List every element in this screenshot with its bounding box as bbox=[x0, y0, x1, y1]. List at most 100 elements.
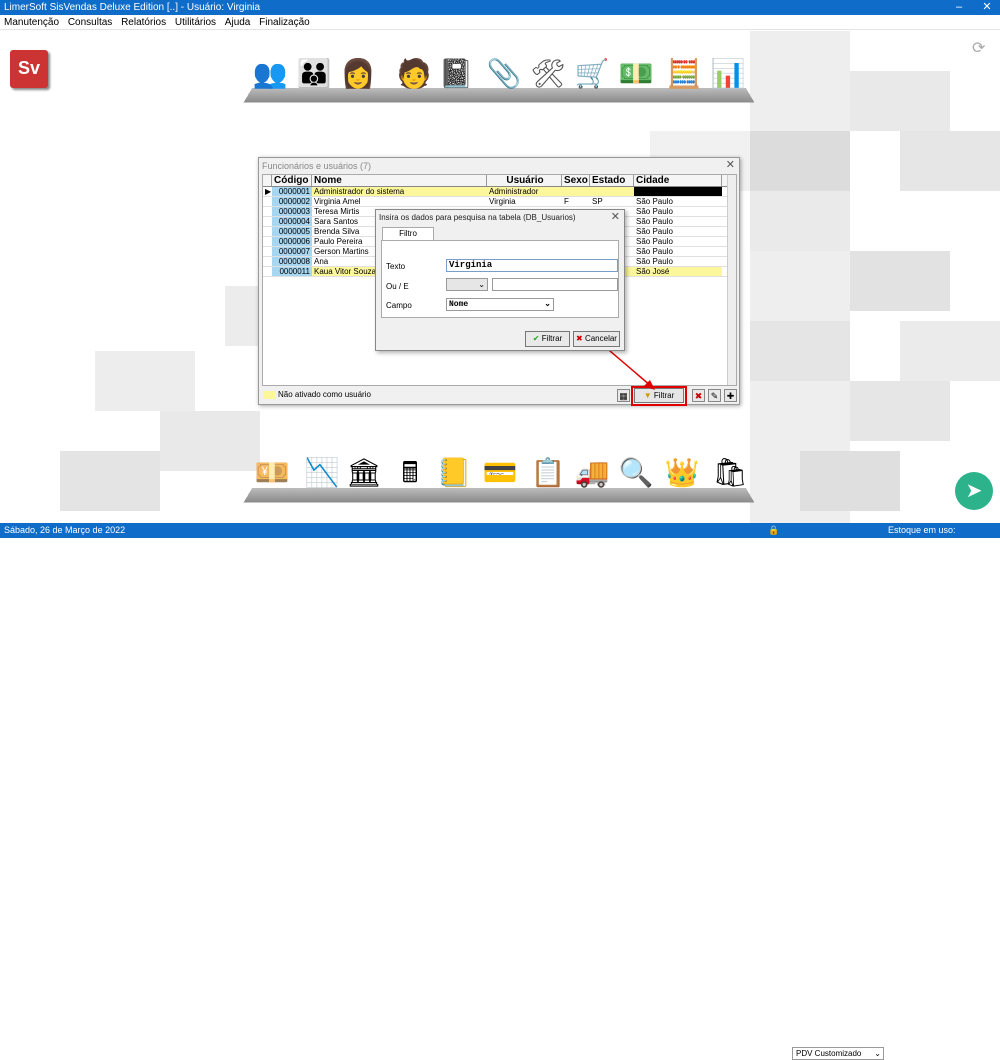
payment-icon[interactable]: 💳 bbox=[482, 455, 518, 491]
shopping-bag-icon[interactable]: 🛍 bbox=[712, 455, 748, 491]
table-cell: Administrador do sistema bbox=[312, 187, 487, 196]
table-cell: 0000007 bbox=[272, 247, 312, 256]
users-women-icon[interactable]: 👩 bbox=[340, 56, 376, 92]
table-row[interactable]: 0000002 Virginia Amel Virginia F SP São Paulo bbox=[263, 197, 736, 207]
search-dialog-title: Insira os dados para pesquisa na tabela … bbox=[379, 213, 576, 222]
row-marker bbox=[263, 217, 272, 226]
tab-filtro-avancado[interactable]: Filtro avançado bbox=[382, 227, 434, 250]
row-marker bbox=[263, 227, 272, 236]
col-nome[interactable]: Nome bbox=[312, 175, 487, 186]
delete-icon[interactable]: ✖ bbox=[692, 389, 705, 402]
table-cell: 0000008 bbox=[272, 257, 312, 266]
chevron-down-icon: ⌄ bbox=[544, 300, 551, 309]
table-cell: São Paulo bbox=[636, 227, 673, 236]
users-group-icon[interactable]: 👥 bbox=[252, 56, 288, 92]
menu-consultas[interactable]: Consultas bbox=[68, 17, 112, 28]
status-bar: Sábado, 26 de Março de 2022 🔒 PDV Custom… bbox=[0, 523, 1000, 1060]
row-marker bbox=[263, 237, 272, 246]
col-estado[interactable]: Estado bbox=[590, 175, 634, 186]
table-cell: 0000004 bbox=[272, 217, 312, 226]
send-icon[interactable]: ➤ bbox=[955, 472, 993, 510]
table-cell: São José bbox=[634, 267, 722, 276]
table-cell: Administrador bbox=[487, 187, 562, 196]
menu-utilitarios[interactable]: Utilitários bbox=[175, 17, 216, 28]
calculator-icon[interactable]: 🧮 bbox=[666, 56, 702, 92]
users-window-close-icon[interactable]: ✕ bbox=[726, 158, 735, 171]
annotation-highlight-box bbox=[631, 386, 687, 406]
magnifier-icon[interactable]: 🔍 bbox=[618, 455, 654, 491]
texto-input[interactable]: Virginia bbox=[446, 259, 618, 272]
tools-icon[interactable]: 🛠 bbox=[530, 56, 566, 92]
title-bar: LimerSoft SisVendas Deluxe Edition [..] … bbox=[0, 0, 1000, 15]
table-cell bbox=[634, 187, 722, 196]
table-cell: São Paulo bbox=[636, 217, 673, 226]
sales-chart-icon[interactable]: 📉 bbox=[304, 455, 340, 491]
row-marker bbox=[263, 267, 272, 276]
search-cancelar-button[interactable]: ✖ Cancelar bbox=[573, 331, 620, 347]
menu-ajuda[interactable]: Ajuda bbox=[225, 17, 251, 28]
menu-bar: Manutenção Consultas Relatórios Utilitár… bbox=[0, 15, 1000, 30]
pdv-value: PDV Customizado bbox=[796, 1049, 862, 1058]
table-row[interactable]: ▶ 0000001 Administrador do sistema Administ… bbox=[263, 187, 736, 197]
cash-register-icon[interactable]: 🖩 bbox=[392, 455, 428, 491]
col-sexo[interactable]: Sexo bbox=[562, 175, 590, 186]
search-cancelar-label: Cancelar bbox=[584, 334, 617, 343]
menu-manutencao[interactable]: Manutenção bbox=[4, 17, 59, 28]
grid-header: Código Nome Usuário Sexo Estado Cidade bbox=[263, 175, 736, 187]
oue-label: Ou / E bbox=[386, 282, 409, 291]
clipboard-icon[interactable]: 📋 bbox=[530, 455, 566, 491]
grid-scrollbar[interactable] bbox=[727, 175, 736, 385]
table-cell: 0000002 bbox=[272, 197, 312, 206]
cancel-icon: ✖ bbox=[576, 334, 583, 343]
search-filtrar-button[interactable]: ✔ Filtrar bbox=[525, 331, 570, 347]
menu-relatorios[interactable]: Relatórios bbox=[121, 17, 166, 28]
campo-value: Nome bbox=[449, 300, 469, 309]
users-team-icon[interactable]: 👪 bbox=[296, 56, 332, 92]
table-cell: São Paulo bbox=[636, 197, 673, 206]
oue-select[interactable]: ⌄ bbox=[446, 278, 488, 291]
minimize-button[interactable]: – bbox=[952, 0, 966, 15]
employee-icon[interactable]: 🧑 bbox=[396, 56, 432, 92]
search-dialog-close-icon[interactable]: ✕ bbox=[611, 210, 620, 223]
export-icon[interactable]: ▦ bbox=[617, 389, 630, 402]
truck-icon[interactable]: 🚚 bbox=[574, 455, 610, 491]
table-cell: Virginia Amel bbox=[314, 197, 361, 206]
campo-select[interactable]: Nome ⌄ bbox=[446, 298, 554, 311]
table-cell: F bbox=[564, 197, 569, 206]
table-cell: São Paulo bbox=[636, 207, 673, 216]
edit-icon[interactable]: ✎ bbox=[708, 389, 721, 402]
close-button[interactable]: ✕ bbox=[980, 0, 994, 15]
status-icon: 🔒 bbox=[768, 525, 780, 535]
users-window-title: Funcionários e usuários (7) bbox=[262, 161, 372, 171]
col-usuario[interactable]: Usuário bbox=[487, 175, 562, 186]
bank-icon[interactable]: 🏛 bbox=[346, 455, 382, 491]
crown-icon[interactable]: 👑 bbox=[664, 455, 700, 491]
table-cell: 0000001 bbox=[272, 187, 312, 196]
table-cell: 0000011 bbox=[272, 267, 312, 276]
refresh-icon[interactable]: ⟳ bbox=[972, 38, 985, 58]
app-logo: Sv bbox=[10, 50, 48, 88]
table-cell: SP bbox=[592, 197, 603, 206]
bar-chart-icon[interactable]: 📊 bbox=[710, 56, 746, 92]
add-icon[interactable]: ✚ bbox=[724, 389, 737, 402]
campo-label: Campo bbox=[386, 301, 412, 310]
table-cell bbox=[562, 187, 590, 196]
cash-icon[interactable]: 💴 bbox=[254, 455, 290, 491]
shopping-cart-icon[interactable]: 🛒 bbox=[574, 56, 610, 92]
table-cell bbox=[590, 187, 634, 196]
pdv-select[interactable]: PDV Customizado ⌄ bbox=[792, 1047, 884, 1060]
oue-input[interactable] bbox=[492, 278, 618, 291]
col-cidade[interactable]: Cidade bbox=[634, 175, 722, 186]
legend-swatch bbox=[263, 390, 275, 399]
table-cell: Virginia bbox=[489, 197, 516, 206]
row-marker bbox=[263, 197, 272, 206]
ledger-icon[interactable]: 📒 bbox=[436, 455, 472, 491]
chevron-down-icon: ⌄ bbox=[478, 280, 485, 289]
money-icon[interactable]: 💵 bbox=[618, 56, 654, 92]
stapler-icon[interactable]: 📎 bbox=[486, 56, 522, 92]
notebook-icon[interactable]: 📓 bbox=[438, 56, 474, 92]
table-cell: 0000006 bbox=[272, 237, 312, 246]
col-codigo[interactable]: Código bbox=[272, 175, 312, 186]
search-dialog: Insira os dados para pesquisa na tabela … bbox=[375, 209, 625, 351]
menu-finalizacao[interactable]: Finalização bbox=[259, 17, 310, 28]
